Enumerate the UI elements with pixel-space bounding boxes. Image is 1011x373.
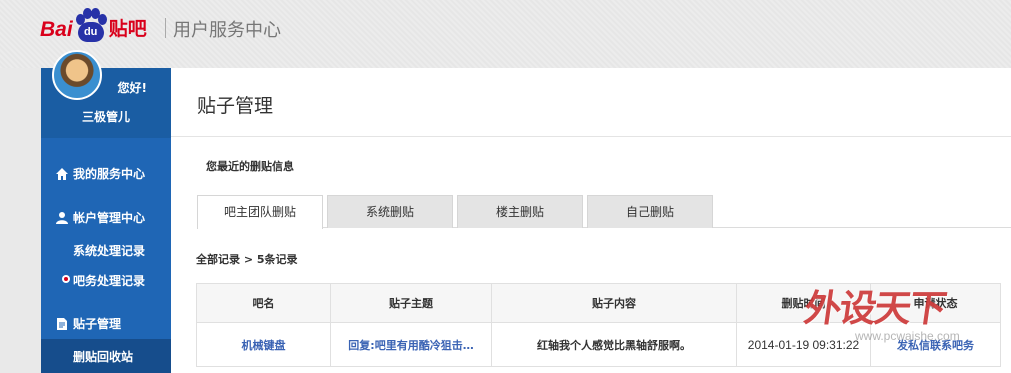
baidu-tieba-logo[interactable]: Bai du 贴吧 xyxy=(40,2,147,44)
tab-team-deleted[interactable]: 吧主团队删贴 xyxy=(197,195,323,229)
sidebar-item-label: 我的服务中心 xyxy=(73,167,146,181)
logo-du-text: du xyxy=(77,22,104,42)
sidebar-subitem-label: 系统处理记录 xyxy=(73,244,146,258)
title-divider xyxy=(171,136,1011,137)
page-title: 贴子管理 xyxy=(197,95,274,117)
header: Bai du 贴吧 用户服务中心 xyxy=(0,0,1011,68)
column-header-post-content: 贴子内容 xyxy=(491,283,737,323)
sidebar-subitem-label: 吧务处理记录 xyxy=(73,274,146,288)
post-topic-link[interactable]: 回复:吧里有用酷冷狙击… xyxy=(330,322,492,367)
sidebar-item-label: 贴子管理 xyxy=(73,317,122,331)
header-title: 用户服务中心 xyxy=(173,20,281,41)
post-content-cell: 红轴我个人感觉比黑轴舒服啊。 xyxy=(491,322,737,367)
records-count: 全部记录 > 5条记录 xyxy=(196,253,298,266)
home-icon xyxy=(55,167,69,181)
document-icon xyxy=(55,317,69,331)
username[interactable]: 三极管儿 xyxy=(41,108,171,125)
column-header-bar-name: 吧名 xyxy=(196,283,331,323)
sidebar-item-my-service-center[interactable]: 我的服务中心 xyxy=(41,165,171,182)
header-divider xyxy=(165,18,166,38)
greeting-text: 您好! xyxy=(117,81,147,95)
tab-self-deleted[interactable]: 自己删贴 xyxy=(587,195,713,228)
watermark-url: www.pcwaishe.com xyxy=(855,329,960,343)
paw-icon: du xyxy=(74,8,108,44)
sidebar-subitem-recycle-bin[interactable]: 删贴回收站 xyxy=(41,339,171,373)
user-profile: 您好! 三极管儿 xyxy=(41,50,171,138)
avatar[interactable] xyxy=(52,50,102,100)
watermark-logo: 外设天下 xyxy=(801,287,948,330)
logo-tieba-text: 贴吧 xyxy=(108,18,147,40)
selected-dot-icon xyxy=(62,275,70,283)
tab-system-deleted[interactable]: 系统删贴 xyxy=(327,195,453,228)
logo-bai-text: Bai xyxy=(40,18,73,41)
user-icon xyxy=(55,211,69,225)
tab-bar: 吧主团队删贴 系统删贴 楼主删贴 自己删贴 xyxy=(197,195,1011,229)
column-header-post-topic: 贴子主题 xyxy=(330,283,492,323)
sidebar-item-label: 帐户管理中心 xyxy=(73,211,146,225)
bar-name-link[interactable]: 机械键盘 xyxy=(196,322,331,367)
sidebar-item-post-management[interactable]: 贴子管理 xyxy=(41,315,171,332)
sidebar: 您好! 三极管儿 我的服务中心 帐户管理中心 系统处理记录 吧务处理记录 贴子管… xyxy=(41,50,171,373)
sidebar-item-account-management[interactable]: 帐户管理中心 xyxy=(41,209,171,226)
section-label: 您最近的删贴信息 xyxy=(206,160,294,173)
tab-owner-deleted[interactable]: 楼主删贴 xyxy=(457,195,583,228)
sidebar-subitem-label: 删贴回收站 xyxy=(73,350,134,364)
